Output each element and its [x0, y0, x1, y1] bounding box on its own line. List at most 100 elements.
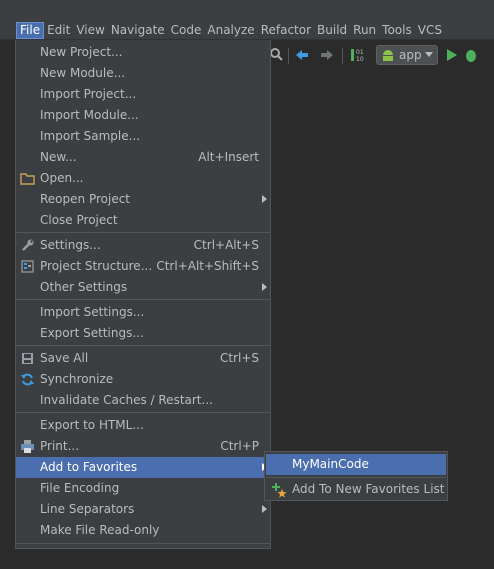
svg-text:01: 01: [356, 49, 364, 56]
menu-item-label: Import Settings...: [40, 305, 145, 319]
toolbar-separator: [342, 48, 343, 64]
menu-item-label: New Project...: [40, 45, 123, 59]
menu-vcs[interactable]: VCS: [415, 22, 445, 39]
menu-item-label: New Module...: [40, 66, 126, 80]
save-icon: [22, 353, 33, 364]
menu-build[interactable]: Build: [314, 22, 350, 39]
menu-item-label: Settings...: [40, 238, 101, 252]
menu-item-import-module[interactable]: Import Module...: [16, 105, 270, 126]
add-favorites-icon: [272, 483, 287, 498]
menu-item-import-settings[interactable]: Import Settings...: [16, 302, 270, 323]
menu-item-label: Import Project...: [40, 87, 137, 101]
menu-item-project-structure[interactable]: Project Structure... Ctrl+Alt+Shift+S: [16, 256, 270, 277]
menu-separator: [16, 299, 270, 300]
svg-text:10: 10: [356, 56, 364, 63]
menu-item-label: Invalidate Caches / Restart...: [40, 393, 213, 407]
menu-separator: [266, 477, 446, 478]
menu-item-save-all[interactable]: Save All Ctrl+S: [16, 348, 270, 369]
submenu-item-mymaincode[interactable]: MyMainCode: [266, 454, 446, 475]
menu-item-label: Reopen Project: [40, 192, 130, 206]
run-icon[interactable]: [442, 46, 460, 64]
menu-item-label: Close Project: [40, 213, 118, 227]
submenu-item-label: MyMainCode: [292, 457, 369, 471]
menu-separator: [16, 543, 270, 544]
chevron-right-icon: [262, 195, 267, 203]
menu-item-other-settings[interactable]: Other Settings: [16, 277, 270, 298]
menu-item-settings[interactable]: Settings... Ctrl+Alt+S: [16, 235, 270, 256]
menu-item-label: Import Sample...: [40, 129, 141, 143]
menu-item-import-sample[interactable]: Import Sample...: [16, 126, 270, 147]
menu-bar-items: File Edit View Navigate Code Analyze Ref…: [16, 22, 445, 39]
run-config-select[interactable]: app: [376, 45, 438, 65]
menu-item-label: Project Structure...: [40, 259, 153, 273]
menu-separator: [16, 412, 270, 413]
toolbar-separator: [288, 48, 289, 64]
menu-item-new-project[interactable]: New Project...: [16, 42, 270, 63]
menu-refactor[interactable]: Refactor: [258, 22, 314, 39]
menu-edit[interactable]: Edit: [44, 22, 73, 39]
android-icon: [383, 50, 393, 61]
file-menu: New Project... New Module... Import Proj…: [15, 40, 271, 549]
menu-item-line-separators[interactable]: Line Separators: [16, 499, 270, 520]
menu-item-label: Save All: [40, 351, 89, 365]
menu-tools[interactable]: Tools: [379, 22, 415, 39]
make-project-icon[interactable]: 01 10: [348, 46, 366, 64]
menu-item-label: Add to Favorites: [40, 460, 138, 474]
submenu-item-add-new-favorites-list[interactable]: Add To New Favorites List: [266, 479, 446, 500]
menu-item-export-html[interactable]: Export to HTML...: [16, 415, 270, 436]
submenu-item-label: Add To New Favorites List: [292, 482, 445, 496]
menu-item-label: New...: [40, 150, 77, 164]
folder-icon: [20, 173, 35, 185]
chevron-down-icon: [425, 52, 433, 57]
menu-item-close-project[interactable]: Close Project: [16, 210, 270, 231]
menu-view[interactable]: View: [73, 22, 107, 39]
menu-item-label: Make File Read-only: [40, 523, 160, 537]
menu-analyze[interactable]: Analyze: [204, 22, 257, 39]
toolbar: 01 10 app: [268, 42, 494, 70]
menu-item-shortcut: Ctrl+Alt+Shift+S: [156, 259, 259, 273]
run-config-label: app: [399, 48, 422, 62]
menu-separator: [16, 345, 270, 346]
menu-item-label: Print...: [40, 439, 80, 453]
menu-item-shortcut: Alt+Insert: [198, 150, 259, 164]
sync-icon: [21, 373, 34, 386]
project-structure-icon: [21, 260, 34, 273]
menu-item-new-module[interactable]: New Module...: [16, 63, 270, 84]
menu-item-new[interactable]: New... Alt+Insert: [16, 147, 270, 168]
menu-run[interactable]: Run: [350, 22, 379, 39]
forward-arrow-icon[interactable]: [318, 46, 336, 64]
menu-item-export-settings[interactable]: Export Settings...: [16, 323, 270, 344]
menu-item-label: Import Module...: [40, 108, 139, 122]
menu-item-label: Synchronize: [40, 372, 114, 386]
menu-separator: [16, 232, 270, 233]
wrench-icon: [22, 239, 34, 251]
menu-item-label: Line Separators: [40, 502, 135, 516]
menu-item-shortcut: Ctrl+P: [220, 439, 259, 453]
print-icon: [21, 440, 34, 453]
menu-code[interactable]: Code: [168, 22, 205, 39]
menu-item-invalidate-caches[interactable]: Invalidate Caches / Restart...: [16, 390, 270, 411]
chevron-right-icon: [262, 283, 267, 291]
menu-item-add-to-favorites[interactable]: Add to Favorites: [16, 457, 270, 478]
favorites-submenu: MyMainCode Add To New Favorites List: [264, 451, 448, 501]
menu-item-print[interactable]: Print... Ctrl+P: [16, 436, 270, 457]
menu-item-label: Export to HTML...: [40, 418, 144, 432]
menu-item-shortcut: Ctrl+Alt+S: [193, 238, 259, 252]
menu-item-label: Open...: [40, 171, 84, 185]
menu-item-label: Export Settings...: [40, 326, 144, 340]
menu-item-synchronize[interactable]: Synchronize: [16, 369, 270, 390]
menu-item-make-read-only[interactable]: Make File Read-only: [16, 520, 270, 541]
menu-item-shortcut: Ctrl+S: [219, 351, 259, 365]
chevron-right-icon: [262, 505, 267, 513]
menu-bar: File Edit View Navigate Code Analyze Ref…: [0, 0, 494, 40]
menu-item-label: Other Settings: [40, 280, 128, 294]
menu-item-reopen-project[interactable]: Reopen Project: [16, 189, 270, 210]
debug-icon[interactable]: [464, 46, 476, 64]
menu-file[interactable]: File: [16, 22, 45, 39]
menu-item-label: File Encoding: [40, 481, 120, 495]
menu-navigate[interactable]: Navigate: [108, 22, 168, 39]
menu-item-open[interactable]: Open...: [16, 168, 270, 189]
menu-item-import-project[interactable]: Import Project...: [16, 84, 270, 105]
back-arrow-icon[interactable]: [293, 46, 311, 64]
menu-item-file-encoding[interactable]: File Encoding: [16, 478, 270, 499]
